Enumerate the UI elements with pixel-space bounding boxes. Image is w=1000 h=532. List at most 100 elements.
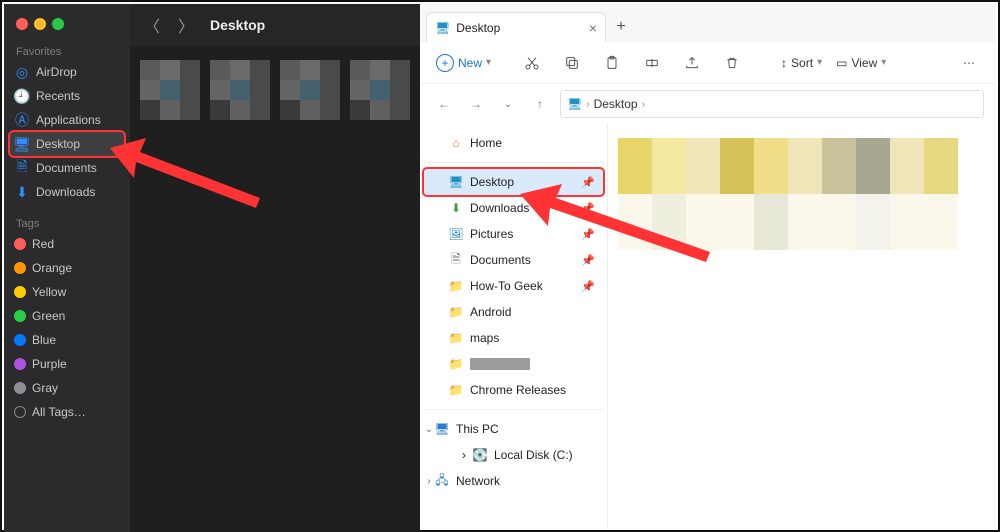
tag-item-orange[interactable]: Orange xyxy=(4,256,130,280)
sidebar-item-home[interactable]: ⌂Home xyxy=(424,130,603,156)
tag-dot-icon xyxy=(14,358,26,370)
mac-tags-header: Tags xyxy=(4,212,130,232)
paste-button[interactable] xyxy=(595,46,629,80)
tag-item-green[interactable]: Green xyxy=(4,304,130,328)
pin-icon: 📌 xyxy=(581,228,595,241)
sidebar-item-downloads[interactable]: ⬇Downloads📌 xyxy=(424,195,603,221)
expand-toggle[interactable]: ⌄ xyxy=(422,424,436,435)
win-body: ⌂Home 🖥Desktop📌 ⬇Downloads📌 🖼Pictures📌 🗎… xyxy=(420,124,996,528)
tab-desktop[interactable]: 🖥 Desktop × xyxy=(426,12,606,42)
mac-sidebar: Favorites ◎AirDrop 🕘Recents Ⓐ Application… xyxy=(4,4,130,532)
home-icon: ⌂ xyxy=(448,135,464,151)
sidebar-item-airdrop[interactable]: ◎AirDrop xyxy=(4,60,130,84)
sidebar-item-desktop[interactable]: 🖥Desktop📌 xyxy=(424,169,603,195)
file-thumbnail-row[interactable] xyxy=(618,166,958,194)
new-button[interactable]: + New ▾ xyxy=(430,50,497,76)
expand-toggle[interactable]: › xyxy=(422,476,436,487)
all-tags-icon xyxy=(14,406,26,418)
mac-finder-window: Favorites ◎AirDrop 🕘Recents Ⓐ Application… xyxy=(4,4,420,532)
sidebar-item-maps[interactable]: 📁maps xyxy=(424,325,603,351)
more-button[interactable]: ⋯ xyxy=(952,46,986,80)
cut-button[interactable] xyxy=(515,46,549,80)
win-explorer-window: 🖥 Desktop × + + New ▾ ↕ Sort ▾ xyxy=(420,4,996,528)
sidebar-item-label: Downloads xyxy=(36,185,95,199)
disk-icon: 💽 xyxy=(472,447,488,463)
nav-forward-button[interactable]: → xyxy=(464,92,488,116)
tag-item-yellow[interactable]: Yellow xyxy=(4,280,130,304)
nav-recent-button[interactable]: ⌄ xyxy=(496,92,520,116)
tag-dot-icon xyxy=(14,286,26,298)
sidebar-item-android[interactable]: 📁Android xyxy=(424,299,603,325)
tab-close-button[interactable]: × xyxy=(589,20,597,36)
share-button[interactable] xyxy=(675,46,709,80)
nav-back-button[interactable]: ← xyxy=(432,92,456,116)
sidebar-item-documents[interactable]: 🗎Documents xyxy=(4,156,130,180)
address-bar[interactable]: 🖥 › Desktop › xyxy=(560,90,984,118)
sidebar-item-applications[interactable]: Ⓐ Applications xyxy=(4,108,130,132)
sidebar-item-recents[interactable]: 🕘Recents xyxy=(4,84,130,108)
folder-icon: 📁 xyxy=(448,278,464,294)
breadcrumb-item[interactable]: Desktop xyxy=(594,97,638,111)
tag-item-gray[interactable]: Gray xyxy=(4,376,130,400)
file-thumbnail-row[interactable] xyxy=(618,222,958,250)
sidebar-item-downloads[interactable]: ⬇ Downloads xyxy=(4,180,130,204)
mac-window-controls xyxy=(4,12,130,40)
new-label: New xyxy=(458,56,482,70)
new-tab-button[interactable]: + xyxy=(606,12,636,42)
sidebar-item-redacted[interactable]: 📁 xyxy=(424,351,603,377)
nav-forward-button[interactable]: 〉 xyxy=(176,15,196,35)
view-icon: ▭ xyxy=(836,56,847,70)
sidebar-item-network[interactable]: ›🖧Network xyxy=(424,468,603,494)
delete-button[interactable] xyxy=(715,46,749,80)
file-thumbnail[interactable] xyxy=(210,60,270,120)
tag-item-purple[interactable]: Purple xyxy=(4,352,130,376)
tag-item-blue[interactable]: Blue xyxy=(4,328,130,352)
copy-button[interactable] xyxy=(555,46,589,80)
sort-label: Sort xyxy=(791,56,813,70)
maximize-button[interactable] xyxy=(52,18,64,30)
sidebar-separator xyxy=(424,409,603,410)
tag-label: Green xyxy=(32,309,65,323)
sidebar-item-desktop[interactable]: 🖥Desktop xyxy=(10,132,124,156)
file-thumbnail[interactable] xyxy=(140,60,200,120)
sidebar-item-localdisk[interactable]: ›💽Local Disk (C:) xyxy=(424,442,603,468)
tag-dot-icon xyxy=(14,334,26,346)
documents-icon: 🗎 xyxy=(448,252,464,268)
sidebar-item-documents[interactable]: 🗎Documents📌 xyxy=(424,247,603,273)
window-title: Desktop xyxy=(210,17,265,33)
minimize-button[interactable] xyxy=(34,18,46,30)
file-thumbnail[interactable] xyxy=(350,60,410,120)
sidebar-item-chrome-releases[interactable]: 📁Chrome Releases xyxy=(424,377,603,403)
sort-icon: ↕ xyxy=(781,56,787,70)
mac-favorites-header: Favorites xyxy=(4,40,130,60)
downloads-icon: ⬇ xyxy=(14,184,30,200)
sidebar-item-label: Applications xyxy=(36,113,101,127)
sidebar-item-label: Documents xyxy=(470,253,531,267)
tag-label: Blue xyxy=(32,333,56,347)
close-button[interactable] xyxy=(16,18,28,30)
tab-title: Desktop xyxy=(456,21,500,35)
nav-up-button[interactable]: ↑ xyxy=(528,92,552,116)
documents-icon: 🗎 xyxy=(14,160,30,176)
file-thumbnail[interactable] xyxy=(280,60,340,120)
folder-icon: 📁 xyxy=(448,304,464,320)
sidebar-item-pictures[interactable]: 🖼Pictures📌 xyxy=(424,221,603,247)
sidebar-item-thispc[interactable]: ⌄🖥This PC xyxy=(424,416,603,442)
tag-item-all[interactable]: All Tags… xyxy=(4,400,130,424)
file-thumbnail-row[interactable] xyxy=(618,138,958,166)
tag-dot-icon xyxy=(14,262,26,274)
file-thumbnail-row[interactable] xyxy=(618,194,958,222)
chevron-down-icon: ▾ xyxy=(881,57,886,68)
win-sidebar: ⌂Home 🖥Desktop📌 ⬇Downloads📌 🖼Pictures📌 🗎… xyxy=(420,124,608,528)
expand-toggle[interactable]: › xyxy=(462,448,466,462)
view-button[interactable]: ▭ View ▾ xyxy=(832,56,890,70)
sort-button[interactable]: ↕ Sort ▾ xyxy=(777,56,826,70)
nav-back-button[interactable]: 〈 xyxy=(142,15,162,35)
sidebar-item-label: Desktop xyxy=(36,137,80,151)
rename-button[interactable] xyxy=(635,46,669,80)
win-content-area[interactable] xyxy=(608,124,996,528)
applications-icon: Ⓐ xyxy=(14,112,30,128)
tag-item-red[interactable]: Red xyxy=(4,232,130,256)
mac-content-area[interactable] xyxy=(130,46,420,134)
sidebar-item-howtogeek[interactable]: 📁How-To Geek📌 xyxy=(424,273,603,299)
